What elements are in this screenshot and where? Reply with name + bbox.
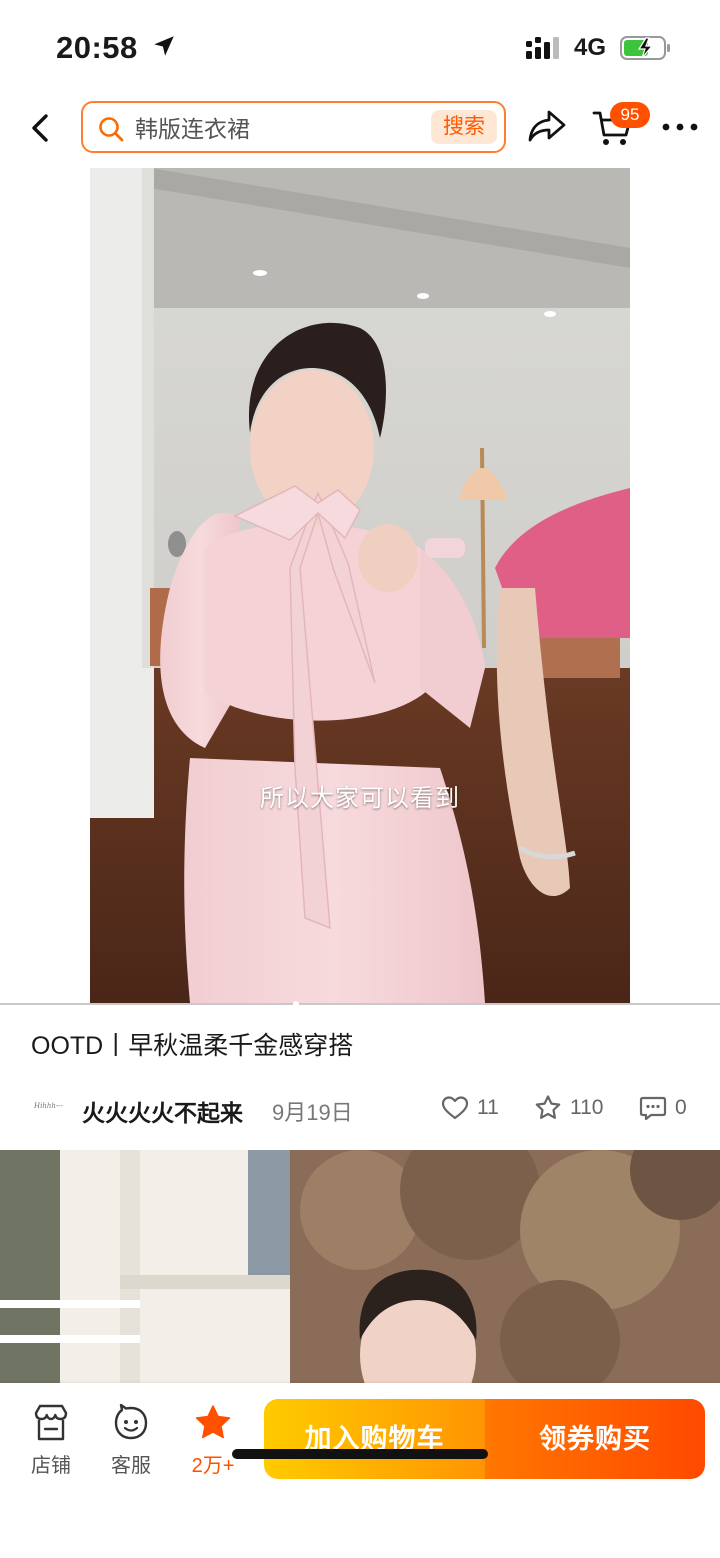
heart-icon	[441, 1096, 469, 1120]
post-date: 9月19日	[272, 1100, 353, 1125]
battery-charging-icon	[620, 36, 670, 60]
store-button[interactable]: 店铺	[16, 1403, 86, 1483]
share-icon[interactable]	[527, 108, 567, 144]
status-bar: 20:58 4G	[0, 0, 720, 96]
top-nav-bar: 搜索 95	[0, 96, 720, 162]
video-player[interactable]: 所以大家可以看到	[90, 168, 630, 1003]
signal-bars-icon	[526, 37, 559, 59]
customer-service-label: 客服	[111, 1455, 151, 1477]
customer-service-icon	[114, 1403, 148, 1440]
post-title: OOTD丨早秋温柔千金感穿搭	[31, 1032, 354, 1060]
author-row: Hihhh--- 火火火火不起来 9月19日 11 110 0	[0, 1086, 720, 1134]
favorite-product-button[interactable]: 2万+	[178, 1403, 248, 1483]
network-label: 4G	[574, 34, 607, 61]
location-arrow-icon	[154, 36, 174, 56]
customer-service-button[interactable]: 客服	[96, 1403, 166, 1483]
favorite-count: 110	[570, 1096, 604, 1119]
cart-badge: 95	[610, 102, 650, 128]
store-icon	[34, 1404, 68, 1441]
home-indicator[interactable]	[232, 1449, 488, 1459]
add-to-cart-button[interactable]: 加入购物车	[264, 1399, 485, 1479]
bottom-action-bar: 店铺 客服 2万+ 加入购物车 领券购买	[0, 1383, 720, 1558]
buy-with-coupon-button[interactable]: 领券购买	[485, 1399, 705, 1479]
author-name[interactable]: 火火火火不起来	[82, 1094, 243, 1128]
search-button[interactable]: 搜索	[431, 110, 497, 144]
like-count: 11	[477, 1096, 499, 1119]
more-icon[interactable]	[660, 114, 700, 140]
purchase-buttons: 加入购物车 领券购买	[264, 1399, 705, 1479]
video-progress-bar[interactable]	[0, 1003, 720, 1005]
feed-card-next[interactable]	[0, 1150, 720, 1390]
comment-count: 0	[675, 1096, 687, 1119]
star-filled-icon	[195, 1405, 231, 1439]
video-progress-handle[interactable]	[293, 1001, 299, 1007]
back-icon[interactable]	[26, 110, 58, 146]
video-frame-image	[90, 168, 630, 1003]
feed-card-image	[0, 1150, 720, 1390]
search-input[interactable]	[135, 103, 425, 151]
search-icon	[99, 117, 124, 142]
video-caption: 所以大家可以看到	[260, 785, 460, 812]
search-box[interactable]: 搜索	[81, 101, 506, 153]
store-label: 店铺	[31, 1455, 71, 1477]
star-icon	[535, 1095, 561, 1119]
status-time: 20:58	[56, 30, 138, 65]
comment-icon	[639, 1096, 667, 1121]
avatar[interactable]: Hihhh---	[34, 1102, 70, 1116]
